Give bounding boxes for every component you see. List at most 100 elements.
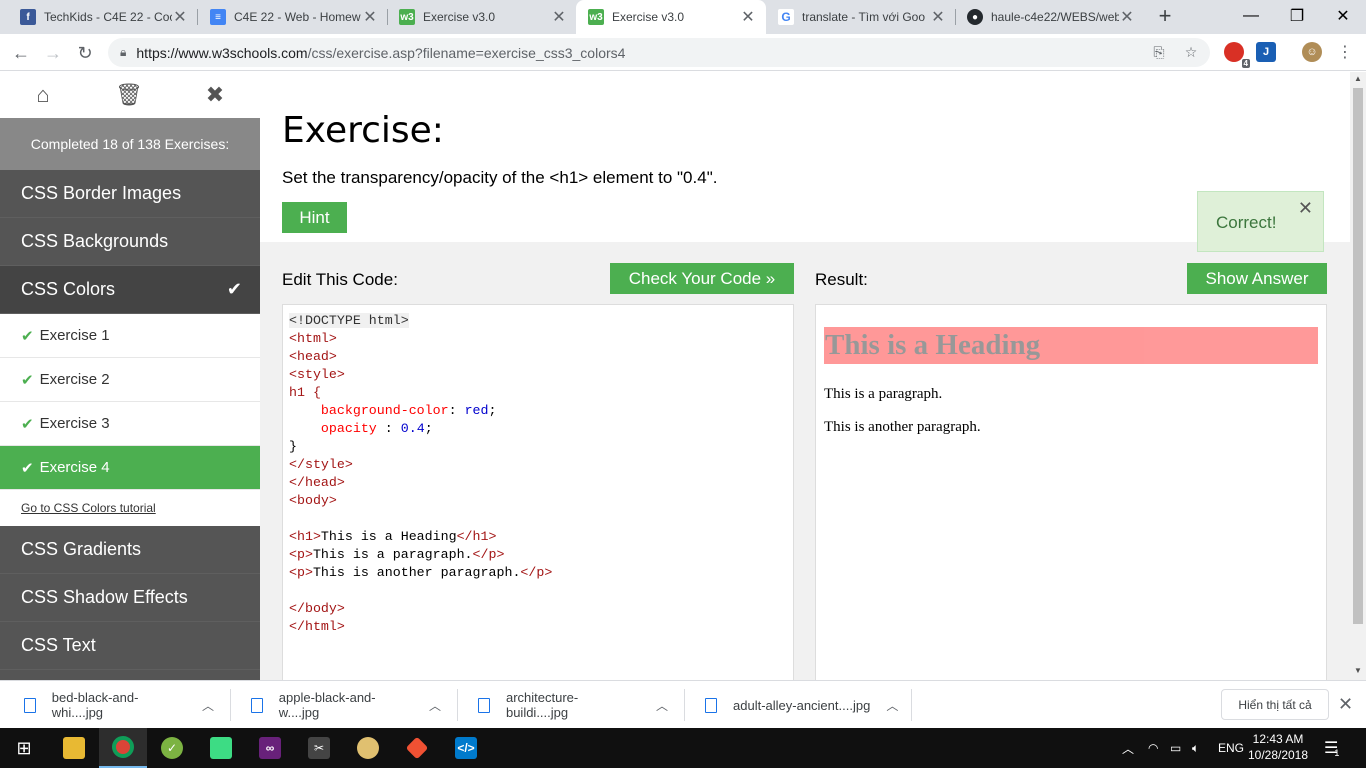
scroll-down-icon[interactable]: ▼ [1350,666,1366,675]
forward-button[interactable]: → [40,40,66,66]
page-scrollbar[interactable]: ▲ ▼ [1350,72,1366,680]
close-tab-icon[interactable]: ✕ [930,7,946,27]
browser-tab[interactable]: f TechKids - C4E 22 - Coc ✕ [8,0,198,34]
code-token: h1 { [289,385,321,400]
divider [911,689,912,721]
hint-button[interactable]: Hint [282,202,347,233]
sidebar-category[interactable]: CSS Shadow Effects [0,574,260,622]
download-filename: architecture-buildi....jpg [505,690,579,720]
taskbar-app[interactable] [197,728,245,768]
file-explorer-icon [63,737,85,759]
extension-badge: 4 [1241,59,1250,68]
result-paragraph: This is another paragraph. [824,419,981,435]
chevron-up-icon[interactable]: ︿ [886,697,898,714]
download-item[interactable]: bed-black-and-whi....jpg ︿ [24,681,214,729]
divider [230,689,231,721]
code-token: This is a paragraph. [312,547,473,562]
close-tab-icon[interactable]: ✕ [1119,7,1135,27]
maximize-button[interactable]: ❐ [1274,0,1320,32]
sidebar-exercise[interactable]: ✔ Exercise 3 [0,402,260,446]
result-heading: This is a Heading [824,327,1318,364]
show-answer-button[interactable]: Show Answer [1187,263,1327,294]
sidebar-category[interactable]: CSS Backgrounds [0,218,260,266]
home-icon[interactable]: ⌂ [0,82,86,108]
scroll-up-icon[interactable]: ▲ [1350,74,1366,83]
browser-tab-strip: f TechKids - C4E 22 - Coc ✕ ≡ C4E 22 - W… [0,0,1366,34]
menu-dots-icon[interactable]: ⋮ [1336,43,1354,61]
taskbar-app[interactable]: ∞ [246,728,294,768]
browser-tab[interactable]: ● haule-c4e22/WEBS/web ✕ [955,0,1145,34]
reload-button[interactable]: ↻ [72,40,98,66]
translate-icon[interactable]: ⎘ [1150,43,1168,61]
start-button[interactable]: ⊞ [0,728,48,768]
scrollbar-thumb[interactable] [1353,88,1363,624]
browser-tab[interactable]: ≡ C4E 22 - Web - Homew ✕ [198,0,388,34]
tutorial-link[interactable]: Go to CSS Colors tutorial [0,490,260,526]
sidebar-category[interactable]: CSS Gradients [0,526,260,574]
minimize-button[interactable]: — [1228,0,1274,32]
address-bar[interactable]: 🔒︎ https://www.w3schools.com/css/exercis… [108,38,1210,67]
paint-icon [357,737,379,759]
taskbar-app-active[interactable] [99,728,147,768]
profile-avatar[interactable]: ☺ [1302,42,1322,62]
close-icon[interactable]: ✕ [1338,694,1353,715]
extension-icon[interactable]: J [1256,42,1276,62]
close-icon[interactable]: ✕ [1298,198,1313,219]
chevron-up-icon[interactable]: ︿ [656,697,668,714]
close-icon[interactable]: ✖ [172,82,258,108]
lock-icon: 🔒︎ [120,45,127,59]
close-tab-icon[interactable]: ✕ [551,7,567,27]
browser-tab-active[interactable]: w3 Exercise v3.0 ✕ [576,0,766,34]
trash-icon[interactable]: 🗑︎ [86,82,172,108]
sidebar-exercise[interactable]: ✔ Exercise 2 [0,358,260,402]
page-title: Exercise: [282,110,444,151]
back-button[interactable]: ← [8,40,34,66]
sidebar-category-open[interactable]: CSS Colors ✔ [0,266,260,314]
download-item[interactable]: architecture-buildi....jpg ︿ [478,681,668,729]
visual-studio-icon: ∞ [259,737,281,759]
taskbar-app[interactable]: </> [442,728,490,768]
wifi-icon[interactable]: ◠ [1148,728,1158,768]
sidebar-category[interactable]: CSS Border Images [0,170,260,218]
chevron-up-icon[interactable]: ︿ [202,697,214,714]
bookmark-star-icon[interactable]: ☆ [1182,43,1200,61]
new-tab-button[interactable]: + [1153,4,1177,28]
download-item[interactable]: apple-black-and-w....jpg ︿ [251,681,441,729]
windows-logo-icon: ⊞ [16,737,32,758]
check-icon: ✔ [226,279,242,299]
notification-icon[interactable]: ☰ 1 [1324,728,1339,768]
language-indicator[interactable]: ENG [1218,728,1244,768]
exercise-description: Set the transparency/opacity of the <h1>… [282,168,718,187]
taskbar-app[interactable]: ✂ [295,728,343,768]
taskbar-app[interactable] [50,728,98,768]
facebook-icon: f [20,9,36,25]
vscode-icon: </> [455,737,477,759]
sidebar-exercise-active[interactable]: ✔ Exercise 4 [0,446,260,490]
chevron-up-icon[interactable]: ︿ [429,697,441,714]
sidebar-category[interactable]: CSS Text [0,622,260,670]
clock[interactable]: 12:43 AM 10/28/2018 [1244,731,1312,763]
download-item[interactable]: adult-alley-ancient....jpg ︿ [705,681,905,729]
battery-icon[interactable]: ▭ [1170,728,1181,768]
close-tab-icon[interactable]: ✕ [172,7,188,27]
check-icon: ✔ [21,327,34,345]
close-tab-icon[interactable]: ✕ [362,7,378,27]
google-docs-icon: ≡ [210,9,226,25]
sidebar-exercise[interactable]: ✔ Exercise 1 [0,314,260,358]
close-tab-icon[interactable]: ✕ [740,7,756,27]
taskbar-app[interactable] [344,728,392,768]
exercise-header: Exercise: Set the transparency/opacity o… [260,72,1350,242]
close-window-button[interactable]: ✕ [1320,0,1366,32]
check-code-button[interactable]: Check Your Code » [610,263,794,294]
taskbar-app[interactable]: ✓ [148,728,196,768]
browser-tab[interactable]: w3 Exercise v3.0 ✕ [387,0,577,34]
show-all-downloads-button[interactable]: Hiển thị tất cả [1221,689,1329,720]
show-hidden-icons[interactable]: ︿ [1122,728,1134,768]
browser-tab[interactable]: G translate - Tìm với Goo ✕ [766,0,956,34]
extension-icon[interactable]: 4 [1224,42,1250,68]
volume-icon[interactable]: 🔈︎ [1192,728,1199,768]
exercise-sidebar: ⌂ 🗑︎ ✖ Completed 18 of 138 Exercises: CS… [0,72,260,680]
taskbar-app[interactable] [393,728,441,768]
correct-toast: Correct! ✕ [1197,191,1324,252]
code-editor[interactable]: <!DOCTYPE html> <html> <head> <style> h1… [282,304,794,680]
